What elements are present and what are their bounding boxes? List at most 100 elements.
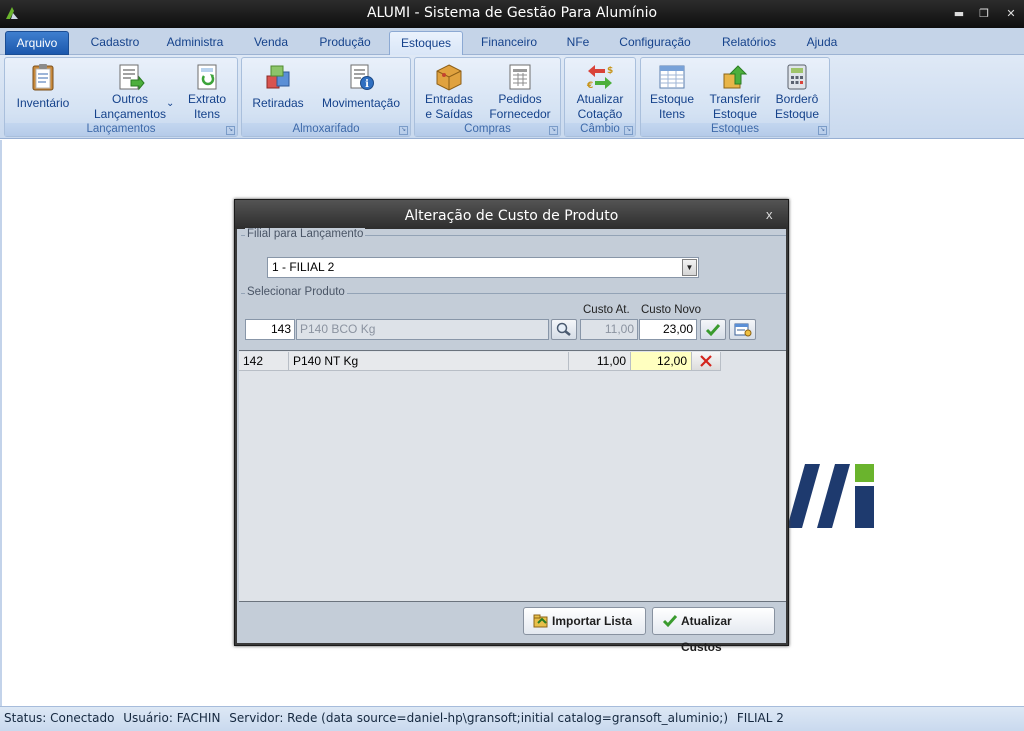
inventario-button[interactable]: Inventário	[11, 62, 75, 111]
status-connection: Status: Conectado	[4, 711, 115, 725]
pedidos-fornecedor-button[interactable]: Pedidos Fornecedor	[485, 62, 555, 122]
header-custo-atual: Custo At.	[583, 304, 630, 316]
folder-import-icon	[533, 614, 548, 628]
tab-venda[interactable]: Venda	[244, 31, 298, 55]
entradas-saidas-button[interactable]: Entradas e Saídas	[421, 62, 477, 122]
calculator-icon	[787, 64, 807, 90]
filial-legend: Filial para Lançamento	[245, 228, 366, 240]
tab-relatorios[interactable]: Relatórios	[712, 31, 786, 55]
transferir-label-2: Estoque	[712, 107, 758, 121]
boxes-icon	[266, 65, 290, 89]
group-launcher-icon[interactable]: ↘	[226, 126, 235, 135]
group-launcher-icon[interactable]: ↘	[399, 126, 408, 135]
tab-cadastro[interactable]: Cadastro	[80, 31, 150, 55]
dialog-close-icon[interactable]: x	[766, 208, 778, 221]
group-launcher-icon[interactable]: ↘	[624, 126, 633, 135]
tab-ajuda[interactable]: Ajuda	[798, 31, 846, 55]
bordero-label-1: Borderô	[775, 92, 819, 106]
outros-lancamentos-button[interactable]: Outros Lançamentos	[91, 62, 169, 122]
group-lancamentos: Inventário Outros Lançamentos ⌄ Extrato …	[4, 57, 238, 137]
close-window-button[interactable]: ✕	[1002, 6, 1020, 22]
chevron-down-icon[interactable]: ▼	[682, 259, 697, 276]
inventario-label: Inventário	[16, 96, 70, 110]
group-almoxarifado: Retiradas i Movimentação Almoxarifado ↘	[241, 57, 411, 137]
tab-nfe[interactable]: NFe	[558, 31, 598, 55]
group-estoques: Estoque Itens Transferir Estoque Borderô…	[640, 57, 830, 137]
extrato-itens-button[interactable]: Extrato Itens	[181, 62, 233, 122]
status-bar: Status: Conectado Usuário: FACHIN Servid…	[0, 706, 1024, 731]
movimentacao-button[interactable]: i Movimentação	[316, 62, 406, 111]
document-arrow-icon	[119, 64, 145, 91]
import-list-label: Importar Lista	[552, 614, 633, 628]
row-description: P140 NT Kg	[289, 352, 569, 371]
tab-estoques[interactable]: Estoques	[389, 31, 463, 55]
atualizar-label-1: Atualizar	[576, 92, 624, 106]
group-label-compras: Compras	[415, 123, 560, 136]
import-list-button[interactable]: Importar Lista	[523, 607, 646, 635]
table-icon	[659, 65, 685, 89]
group-label-almoxarifado: Almoxarifado	[242, 123, 410, 136]
produto-fieldset: Selecionar Produto Custo At. Custo Novo …	[241, 286, 786, 349]
bordero-estoque-button[interactable]: Borderô Estoque	[771, 62, 823, 122]
tab-producao[interactable]: Produção	[309, 31, 381, 55]
cost-change-dialog: Alteração de Custo de Produto x Filial p…	[234, 199, 789, 654]
group-launcher-icon[interactable]: ↘	[549, 126, 558, 135]
checkmark-icon	[705, 324, 721, 337]
tab-administra[interactable]: Administra	[158, 31, 232, 55]
tab-configuracao[interactable]: Configuração	[612, 31, 698, 55]
estoque-itens-label-1: Estoque	[649, 92, 695, 106]
status-user: Usuário: FACHIN	[123, 711, 221, 725]
search-icon	[556, 322, 571, 336]
status-server: Servidor: Rede (data source=daniel-hp\gr…	[229, 711, 729, 725]
extrato-label-1: Extrato	[187, 92, 226, 106]
bordero-label-2: Estoque	[774, 107, 820, 121]
product-code-input[interactable]: 143	[245, 319, 295, 340]
header-custo-novo: Custo Novo	[641, 304, 702, 316]
edit-list-button[interactable]	[729, 319, 756, 340]
currency-exchange-icon: $ €	[586, 65, 613, 91]
entradas-label-1: Entradas	[424, 92, 474, 106]
atualizar-cotacao-button[interactable]: $ € Atualizar Cotação	[569, 62, 631, 122]
minimize-button[interactable]: ▬	[950, 6, 968, 22]
produto-legend: Selecionar Produto	[245, 286, 347, 298]
custo-novo-input[interactable]: 23,00	[639, 319, 697, 340]
group-launcher-icon[interactable]: ↘	[818, 126, 827, 135]
group-label-estoques: Estoques	[641, 123, 829, 136]
row-custo-atual: 11,00	[569, 352, 631, 371]
ribbon-panel: Inventário Outros Lançamentos ⌄ Extrato …	[0, 55, 1024, 139]
search-product-button[interactable]	[551, 319, 577, 340]
chevron-down-icon[interactable]: ⌄	[166, 98, 174, 109]
order-form-icon	[509, 64, 531, 90]
row-code: 142	[239, 352, 289, 371]
entradas-label-2: e Saídas	[425, 107, 473, 121]
estoque-itens-label-2: Itens	[658, 107, 685, 121]
clipboard-icon	[32, 64, 54, 91]
estoque-itens-button[interactable]: Estoque Itens	[647, 62, 697, 122]
ribbon-tab-bar: Arquivo Cadastro Administra Venda Produç…	[0, 28, 1024, 55]
outros-label-1: Outros	[111, 92, 148, 106]
transferir-estoque-button[interactable]: Transferir Estoque	[705, 62, 765, 122]
update-costs-button[interactable]: Atualizar Custos	[652, 607, 775, 654]
filial-select[interactable]: 1 - FILIAL 2 ▼	[267, 257, 699, 278]
items-grid[interactable]: 142 P140 NT Kg 11,00 12,00	[239, 350, 786, 602]
retiradas-button[interactable]: Retiradas	[248, 62, 308, 111]
statement-icon	[197, 64, 217, 90]
atualizar-label-2: Cotação	[577, 107, 623, 121]
retiradas-label: Retiradas	[252, 96, 304, 110]
row-custo-novo[interactable]: 12,00	[631, 352, 692, 371]
window-title: ALUMI - Sistema de Gestão Para Alumínio	[366, 5, 658, 21]
transferir-label-1: Transferir	[709, 92, 761, 106]
product-description-field: P140 BCO Kg	[296, 319, 549, 340]
svg-text:i: i	[365, 79, 369, 90]
pedidos-label-2: Fornecedor	[489, 107, 551, 121]
tab-financeiro[interactable]: Financeiro	[473, 31, 545, 55]
list-edit-icon	[734, 323, 752, 337]
tab-arquivo[interactable]: Arquivo	[5, 31, 69, 55]
delete-row-button[interactable]	[692, 352, 721, 371]
svg-text:€: €	[586, 81, 593, 91]
restore-button[interactable]: ❐	[975, 6, 993, 22]
confirm-item-button[interactable]	[700, 319, 726, 340]
checkmark-icon	[662, 615, 678, 628]
delete-icon	[700, 355, 712, 367]
alumi-logo	[787, 464, 874, 528]
